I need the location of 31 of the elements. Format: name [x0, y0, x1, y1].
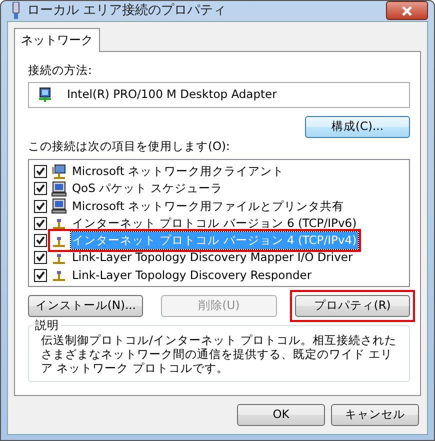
checkbox[interactable]	[34, 165, 47, 178]
tab[interactable]: ネットワーク	[14, 28, 100, 52]
list-item[interactable]: QoS パケット スケジューラ	[71, 180, 224, 198]
computer-icon	[51, 180, 67, 197]
dialog-button[interactable]: OK	[237, 404, 325, 426]
network-cable-icon	[11, 2, 21, 20]
network-adapter-icon	[37, 86, 53, 103]
checkbox[interactable]	[34, 268, 47, 282]
close-button[interactable]	[386, 1, 428, 20]
section-label: 接続の方法:	[28, 62, 93, 78]
checkbox[interactable]	[34, 216, 47, 230]
checkbox[interactable]	[34, 182, 47, 196]
list-item[interactable]: Microsoft ネットワーク用クライアント	[71, 163, 285, 180]
window-title: ローカル エリア接続のプロパティ	[27, 2, 226, 20]
checkbox[interactable]	[34, 200, 47, 213]
description-text: 伝送制御プロトコル/インターネット プロトコル。相互接続されたさまざまなネットワーク間の通信を提供する、既定のワイド エリア ネットワーク プロトコルです。	[41, 334, 398, 376]
checkbox[interactable]	[34, 234, 47, 248]
computer-icon	[51, 198, 67, 214]
dialog-button[interactable]: キャンセル	[331, 404, 419, 426]
list-item[interactable]: インターネット プロトコル バージョン 6 (TCP/IPv6)	[71, 214, 358, 232]
list-item[interactable]: Link-Layer Topology Discovery Responder	[71, 266, 313, 284]
action-button[interactable]: プロパティ(R)	[294, 295, 410, 317]
section-label: この接続は次の項目を使用します(O):	[28, 138, 231, 155]
checkbox[interactable]	[34, 251, 47, 264]
computer-icon	[51, 164, 67, 180]
configure-button[interactable]: 構成(C)...	[305, 116, 410, 138]
close-icon	[401, 6, 413, 16]
adapter-field: Intel(R) PRO/100 M Desktop Adapter	[28, 82, 410, 108]
list-item[interactable]: Link-Layer Topology Discovery Mapper I/O Driver	[71, 249, 354, 266]
list-item[interactable]: Microsoft ネットワーク用ファイルとプリンタ共有	[71, 198, 345, 215]
action-button[interactable]: インストール(N)...	[28, 295, 144, 317]
